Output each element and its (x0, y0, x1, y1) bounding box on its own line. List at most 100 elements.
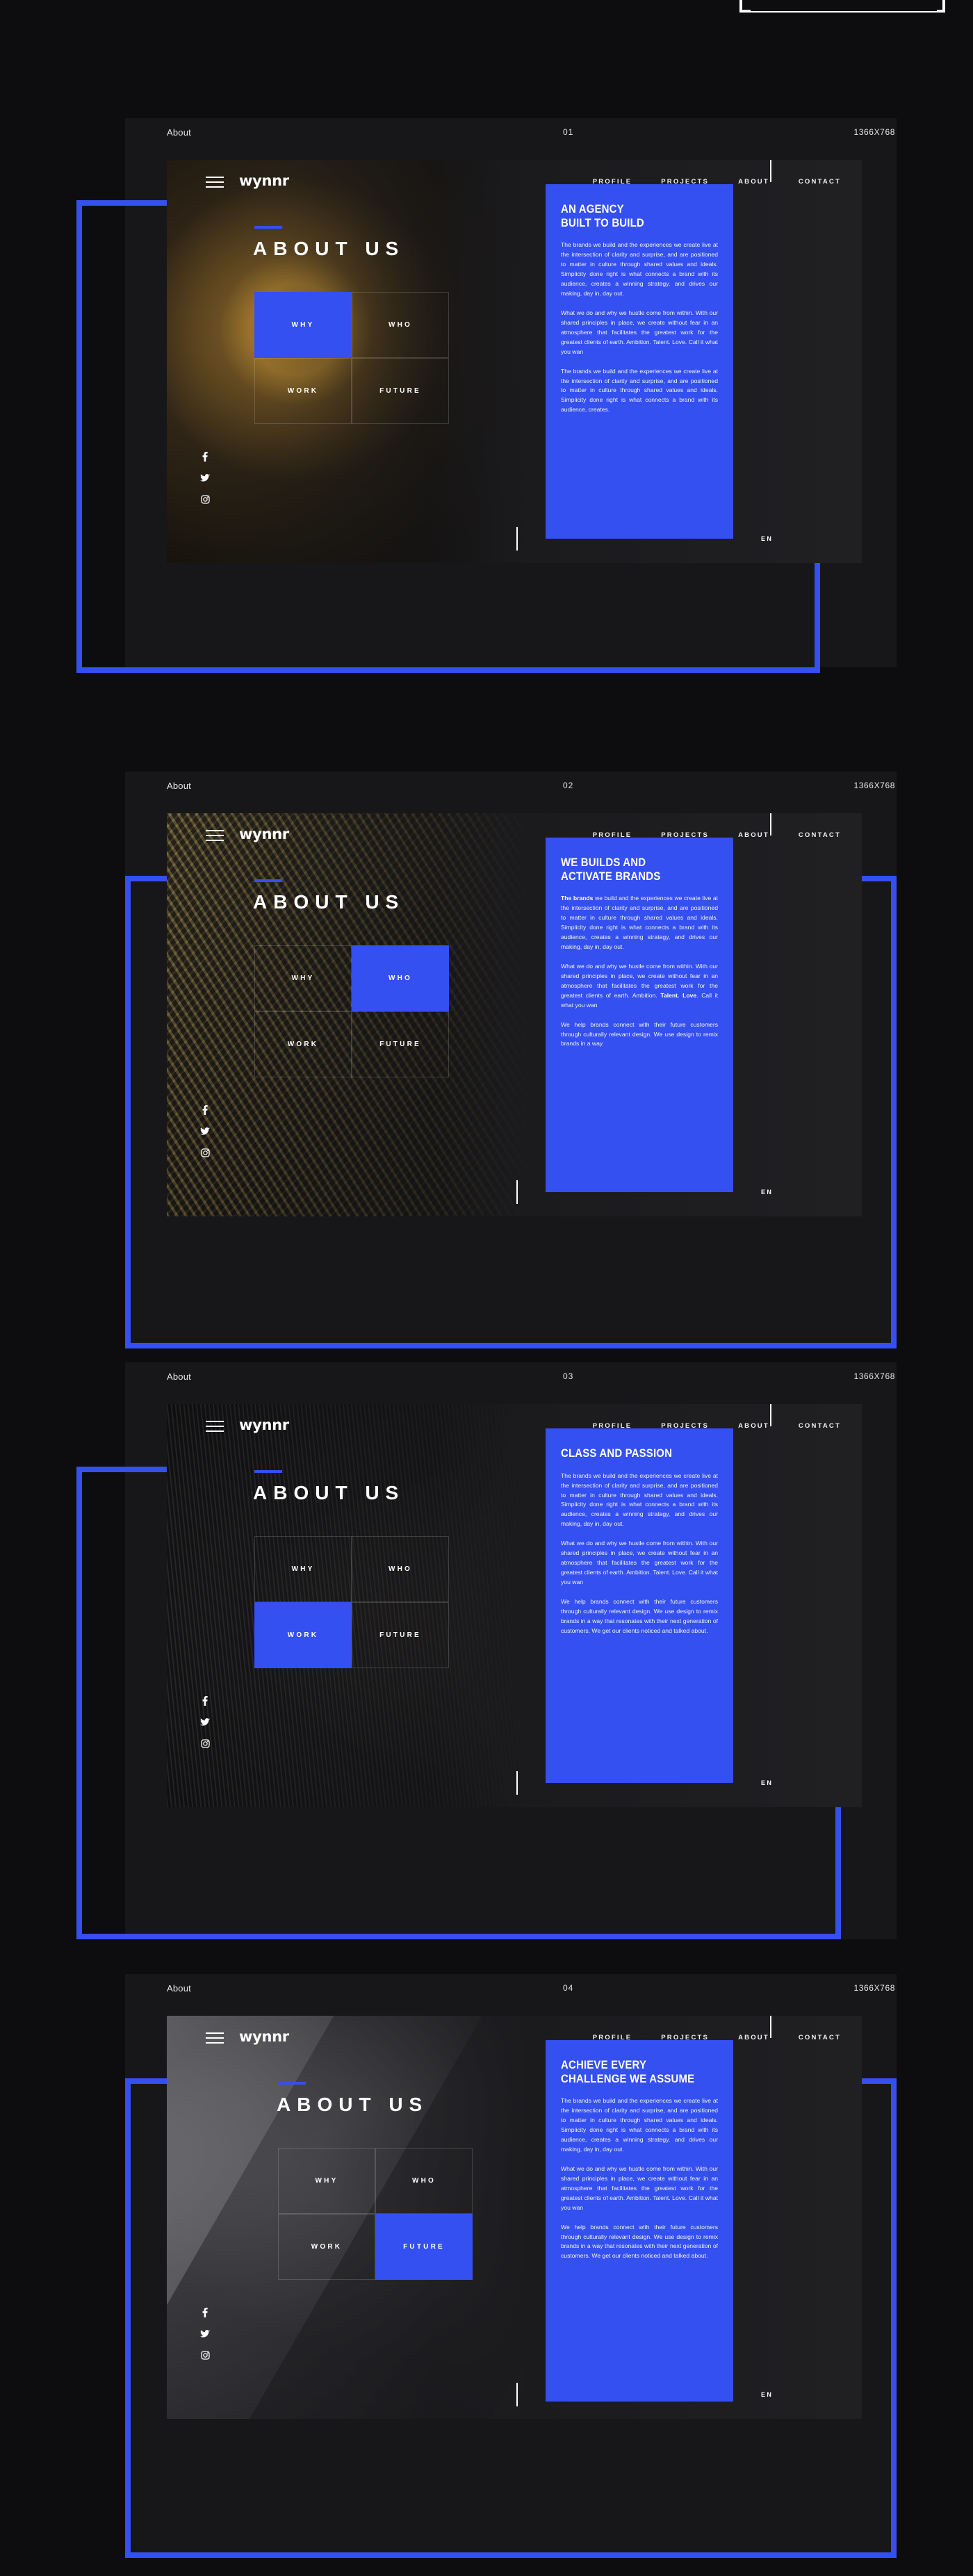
language-switch-03[interactable]: EN (761, 1779, 773, 1786)
meta-row-03: About 03 1366X768 (76, 1362, 897, 1390)
brand-logo-01[interactable]: wynnr (239, 172, 289, 189)
mockup-04: About 04 1366X768 wynnr PROFILE PROJECTS… (76, 1974, 897, 2558)
grid-cell-why-01[interactable]: WHY (254, 292, 352, 358)
meta-label-02: About (167, 780, 191, 791)
panel-paragraph-1-02: The brands we build and the experiences … (561, 895, 718, 951)
hero-overlay-04 (167, 2016, 862, 2419)
twitter-icon[interactable] (200, 474, 210, 482)
grid-cell-who-01[interactable]: WHO (352, 292, 449, 358)
content-panel-03: CLASS AND PASSION The brands we build an… (546, 1428, 733, 1783)
facebook-icon[interactable] (202, 2308, 208, 2317)
grid-cell-future-01[interactable]: FUTURE (352, 358, 449, 424)
brand-logo-04[interactable]: wynnr (239, 2028, 289, 2045)
grid-cell-why-03[interactable]: WHY (254, 1536, 352, 1602)
nav-link-contact-01[interactable]: CONTACT (799, 178, 841, 186)
grid-cell-why-04[interactable]: WHY (278, 2148, 375, 2214)
panel-paragraph-3-03: We help brands connect with their future… (561, 1597, 718, 1634)
hamburger-menu-icon[interactable] (206, 830, 224, 845)
meta-row-04: About 04 1366X768 (76, 1974, 897, 2002)
nav-link-contact-02[interactable]: CONTACT (799, 831, 841, 839)
brand-logo-02[interactable]: wynnr (239, 826, 289, 842)
meta-row-02: About 02 1366X768 (76, 772, 897, 799)
navbar-03: wynnr PROFILE PROJECTS ABOUT CONTACT (167, 1404, 862, 1446)
facebook-icon[interactable] (202, 452, 208, 462)
navbar-04: wynnr PROFILE PROJECTS ABOUT CONTACT (167, 2016, 862, 2057)
panel-paragraph-1-03: The brands we build and the experiences … (561, 1472, 718, 1528)
social-links-04 (200, 2308, 210, 2360)
grid-cell-work-03[interactable]: WORK (254, 1602, 352, 1668)
panel-paragraph-1-01: The brands we build and the experiences … (561, 241, 718, 297)
hamburger-menu-icon[interactable] (206, 1421, 224, 1435)
mockup-02: About 02 1366X768 wynnr PROFILE PROJECTS… (76, 772, 897, 1348)
language-switch-02[interactable]: EN (761, 1189, 773, 1196)
footer-tick-02 (516, 1180, 518, 1204)
language-switch-01[interactable]: EN (761, 535, 773, 542)
mockup-03: About 03 1366X768 wynnr PROFILE PROJECTS… (76, 1362, 897, 1939)
section-title-02: ABOUT US (253, 891, 405, 913)
nav-link-about-04[interactable]: ABOUT (738, 2034, 769, 2041)
panel-paragraph-2-03: What we do and why we hustle come from w… (561, 1540, 718, 1585)
quadrant-grid-02: WHY WHO WORK FUTURE (254, 945, 449, 1077)
grid-cell-who-03[interactable]: WHO (352, 1536, 449, 1602)
meta-resolution-04: 1366X768 (853, 1983, 895, 1993)
panel-paragraph-3-01: The brands we build and the experiences … (561, 367, 718, 414)
navbar-02: wynnr PROFILE PROJECTS ABOUT CONTACT (167, 813, 862, 855)
meta-resolution-01: 1366X768 (853, 127, 895, 137)
twitter-icon[interactable] (200, 1127, 210, 1136)
grid-cell-work-04[interactable]: WORK (278, 2214, 375, 2280)
panel-paragraph-3-02: We help brands connect with their future… (561, 1020, 718, 1047)
nav-link-about-01[interactable]: ABOUT (738, 178, 769, 186)
nav-link-about-03[interactable]: ABOUT (738, 1422, 769, 1430)
site-window-04: wynnr PROFILE PROJECTS ABOUT CONTACT ABO… (167, 2016, 862, 2419)
section-title-04: ABOUT US (277, 2094, 429, 2115)
facebook-icon[interactable] (202, 1696, 208, 1706)
site-window-01: wynnr PROFILE PROJECTS ABOUT CONTACT ABO… (167, 160, 862, 563)
twitter-icon[interactable] (200, 1718, 210, 1727)
grid-cell-future-04[interactable]: FUTURE (375, 2214, 473, 2280)
panel-paragraph-2-01: What we do and why we hustle come from w… (561, 309, 718, 355)
grid-cell-work-02[interactable]: WORK (254, 1011, 352, 1077)
panel-paragraph-2-02: What we do and why we hustle come from w… (561, 962, 718, 1009)
footer-tick-04 (516, 2383, 518, 2406)
nav-link-contact-04[interactable]: CONTACT (799, 2034, 841, 2041)
site-window-03: wynnr PROFILE PROJECTS ABOUT CONTACT ABO… (167, 1404, 862, 1807)
meta-number-02: 02 (563, 781, 574, 790)
instagram-icon[interactable] (200, 2351, 210, 2360)
grid-cell-work-01[interactable]: WORK (254, 358, 352, 424)
meta-label-04: About (167, 1982, 191, 1994)
presentation-board: About 01 1366X768 wynnr PROFILE PROJECTS… (0, 0, 973, 2576)
meta-resolution-03: 1366X768 (853, 1371, 895, 1381)
nav-link-about-02[interactable]: ABOUT (738, 831, 769, 839)
social-links-01 (200, 452, 210, 504)
quadrant-grid-01: WHY WHO WORK FUTURE (254, 292, 449, 424)
accent-bar-03 (254, 1470, 282, 1473)
site-window-02: wynnr PROFILE PROJECTS ABOUT CONTACT ABO… (167, 813, 862, 1216)
meta-label-01: About (167, 127, 191, 138)
twitter-icon[interactable] (200, 2330, 210, 2338)
grid-cell-who-02[interactable]: WHO (352, 945, 449, 1011)
navbar-01: wynnr PROFILE PROJECTS ABOUT CONTACT (167, 160, 862, 202)
instagram-icon[interactable] (200, 1148, 210, 1157)
hamburger-menu-icon[interactable] (206, 2032, 224, 2047)
instagram-icon[interactable] (200, 1739, 210, 1748)
nav-link-contact-03[interactable]: CONTACT (799, 1422, 841, 1430)
meta-number-04: 04 (563, 1983, 574, 1993)
brand-logo-03[interactable]: wynnr (239, 1417, 289, 1433)
panel-heading-02: WE BUILDS AND ACTIVATE BRANDS (561, 856, 661, 883)
grid-cell-why-02[interactable]: WHY (254, 945, 352, 1011)
language-switch-04[interactable]: EN (761, 2391, 773, 2398)
panel-heading-01: AN AGENCY BUILT TO BUILD (561, 202, 644, 229)
hamburger-menu-icon[interactable] (206, 177, 224, 191)
accent-bar-01 (254, 226, 282, 229)
paragraph-bold-brands: The brands (561, 895, 594, 902)
accent-bar-04 (278, 2082, 306, 2085)
quadrant-grid-04: WHY WHO WORK FUTURE (278, 2148, 473, 2280)
grid-cell-future-03[interactable]: FUTURE (352, 1602, 449, 1668)
facebook-icon[interactable] (202, 1105, 208, 1115)
instagram-icon[interactable] (200, 495, 210, 504)
grid-cell-future-02[interactable]: FUTURE (352, 1011, 449, 1077)
meta-label-03: About (167, 1371, 191, 1382)
grid-cell-who-04[interactable]: WHO (375, 2148, 473, 2214)
content-panel-01: AN AGENCY BUILT TO BUILD The brands we b… (546, 184, 733, 539)
accent-bar-02 (254, 879, 282, 882)
